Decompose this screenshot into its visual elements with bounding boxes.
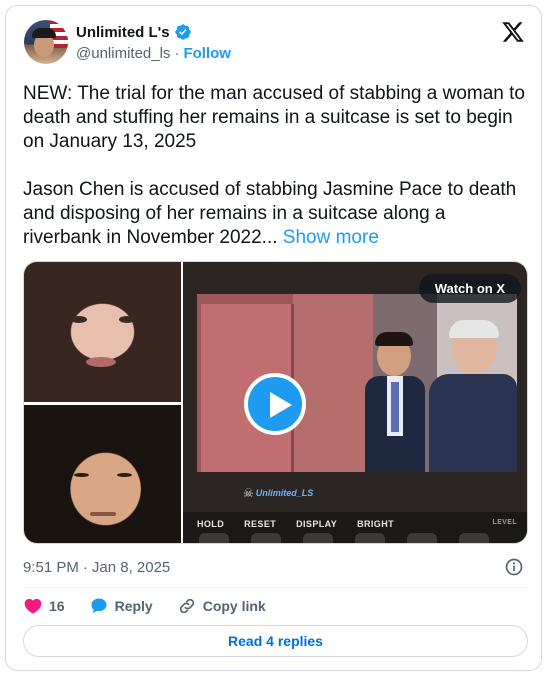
tweet-paragraph-2-text: Jason Chen is accused of stabbing Jasmin… [23, 179, 517, 248]
watch-on-x-button[interactable]: Watch on X [418, 274, 521, 303]
reply-button[interactable]: Reply [89, 596, 177, 616]
x-logo-icon[interactable] [501, 20, 525, 44]
copy-link-label: Copy link [202, 598, 266, 614]
timestamp-separator: · [82, 559, 88, 576]
avatar[interactable] [24, 20, 68, 64]
heart-icon [24, 598, 42, 614]
read-replies-button[interactable]: Read 4 replies [23, 625, 528, 657]
media-container[interactable]: ☠ Unlimited_LS HOLD RESET DISPLAY BRIGHT… [23, 261, 528, 544]
reply-bubble-icon [91, 598, 107, 614]
like-button[interactable]: 16 [23, 596, 89, 616]
reply-label: Reply [114, 598, 153, 614]
like-count: 16 [49, 598, 65, 614]
author-display-name[interactable]: Unlimited L's [76, 24, 170, 41]
handle-separator: · [174, 45, 180, 62]
photo-woman[interactable] [24, 262, 181, 402]
monitor-panel-labels: HOLD RESET DISPLAY BRIGHT LEVEL [197, 519, 517, 529]
author-name-row: Unlimited L's [76, 23, 192, 41]
verified-badge-icon [174, 24, 191, 40]
action-bar: 16 Reply Copy link [23, 596, 266, 616]
divider [23, 587, 528, 588]
link-icon [179, 598, 194, 614]
panel-label-bright: BRIGHT [357, 519, 395, 529]
copy-link-button[interactable]: Copy link [177, 596, 266, 616]
info-icon[interactable] [504, 557, 524, 577]
tweet-time[interactable]: 9:51 PM [23, 559, 79, 576]
video-watermark: ☠ Unlimited_LS [243, 486, 313, 500]
panel-label-hold: HOLD [197, 519, 225, 529]
tweet-paragraph-1: NEW: The trial for the man accused of st… [23, 83, 525, 152]
avatar-cap [32, 28, 56, 38]
follow-button[interactable]: Follow [183, 45, 231, 62]
play-button-icon[interactable] [244, 373, 306, 435]
video-player[interactable]: ☠ Unlimited_LS HOLD RESET DISPLAY BRIGHT… [183, 262, 527, 543]
author-handle-row: @unlimited_ls · Follow [76, 45, 231, 62]
author-handle[interactable]: @unlimited_ls [76, 45, 170, 62]
tweet-timestamp[interactable]: 9:51 PM · Jan 8, 2025 [23, 559, 170, 576]
video-frame [197, 294, 517, 472]
panel-label-reset: RESET [244, 519, 277, 529]
panel-label-display: DISPLAY [296, 519, 338, 529]
tweet-text: NEW: The trial for the man accused of st… [23, 82, 528, 250]
photo-mugshot[interactable] [24, 405, 181, 543]
monitor-knobs [199, 533, 499, 543]
show-more-link[interactable]: Show more [283, 227, 379, 248]
tweet-paragraph-2: Jason Chen is accused of stabbing Jasmin… [23, 178, 528, 250]
watermark-text: Unlimited_LS [255, 488, 314, 498]
skeleton-icon: ☠ [243, 486, 254, 500]
panel-label-level: LEVEL [492, 519, 517, 526]
tweet-card: Unlimited L's @unlimited_ls · Follow NEW… [5, 5, 542, 671]
tweet-date[interactable]: Jan 8, 2025 [92, 559, 170, 576]
